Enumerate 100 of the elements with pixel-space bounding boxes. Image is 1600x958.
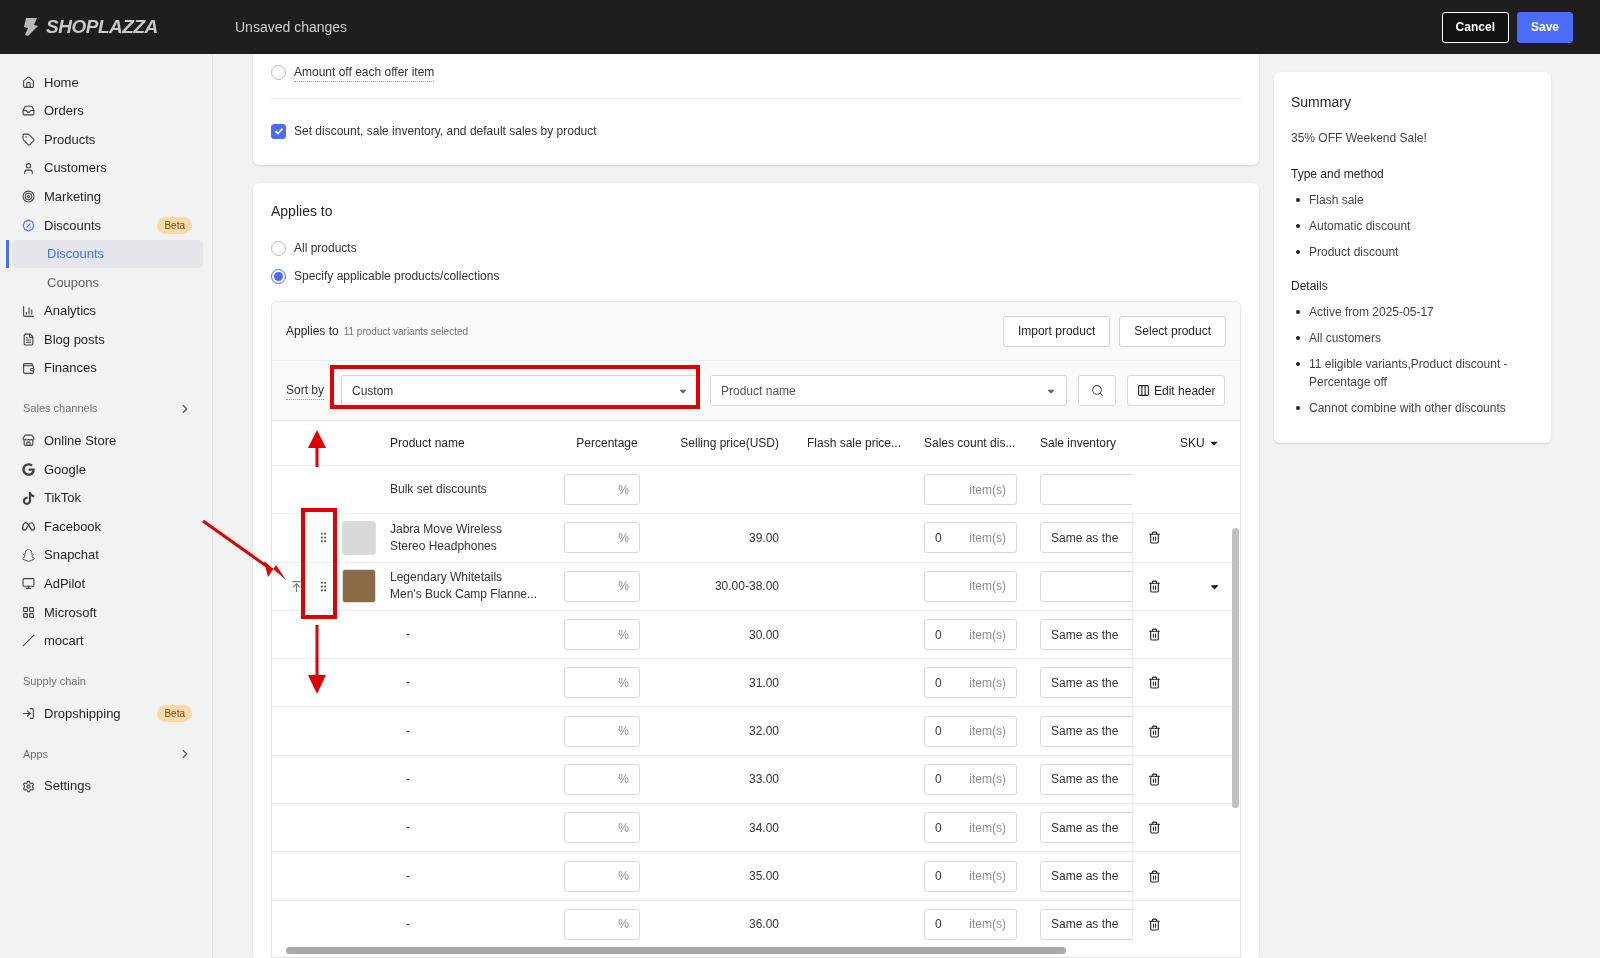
product-name: - [405,626,411,644]
trash-icon[interactable] [1148,772,1161,786]
sales-count-field[interactable]: 0 item(s) [924,860,1017,892]
sale-inventory-field[interactable]: Same as the [1040,667,1132,699]
edit-header-button[interactable]: Edit header [1127,375,1226,406]
sidebar-item[interactable]: Marketing [8,182,204,211]
logo-text: SHOPLAZZA [46,14,158,39]
product-name: Jabra Move Wireless Stereo Headphones [390,520,504,555]
sales-count-field[interactable]: 0 item(s) [924,715,1017,747]
photo-placeholder [342,520,376,555]
grid-icon [22,605,35,619]
sale-inventory-field[interactable]: Same as the [1040,812,1132,844]
inbox-icon [22,104,35,118]
sales-count-field[interactable]: 0 item(s) [924,667,1017,699]
sidebar-item[interactable]: Customers [8,153,204,183]
sale-inventory-field[interactable]: Same as the [1040,619,1132,651]
sidebar-subitem[interactable]: Coupons [12,268,203,297]
google-icon [22,462,35,476]
trash-icon[interactable] [1148,579,1161,593]
sidebar-item[interactable]: Dropshipping Beta [8,699,204,728]
horizontal-scrollbar[interactable] [286,946,1066,954]
radio-button[interactable] [271,240,286,256]
bullet-icon [1296,310,1300,314]
summary-heading: Type and method [1291,166,1385,183]
summary-title: Summary [1291,93,1352,112]
sidebar-item[interactable]: Online Store [8,426,204,456]
sale-inventory-field[interactable]: Same as the [1040,763,1132,795]
sidebar-item[interactable]: Discounts Beta [8,210,204,240]
move-to-top-icon[interactable] [290,579,303,593]
sidebar-item[interactable]: Home [8,68,204,97]
sidebar-item[interactable]: Microsoft [8,598,204,627]
trash-icon[interactable] [1148,724,1161,738]
percentage-field[interactable]: % [564,667,640,699]
percentage-field[interactable]: % [564,908,640,940]
sidebar-item[interactable]: AdPilot [8,569,204,599]
product-name: - [405,867,411,885]
slash-icon [22,634,35,648]
sales-count-field[interactable]: 0 item(s) [924,619,1017,651]
panel-button[interactable]: Select product [1119,315,1226,347]
panel-button[interactable]: Import product [1002,315,1111,347]
sale-inventory-field[interactable] [1040,474,1132,506]
trash-icon[interactable] [1148,531,1161,545]
sale-inventory-field[interactable]: Same as the [1040,860,1132,892]
cancel-button[interactable]: Cancel [1441,11,1509,43]
search-button[interactable] [1078,375,1116,406]
person-icon [22,161,35,175]
product-name: - [405,770,411,788]
sidebar-item[interactable]: Products [8,125,204,154]
column-header: Product name [390,435,465,452]
sale-inventory-field[interactable] [1040,570,1132,602]
column-header: Sale inventory [1040,435,1117,452]
sales-count-field[interactable]: 0 item(s) [924,812,1017,844]
sales-count-field[interactable]: 0 item(s) [924,522,1017,554]
sales-count-field[interactable]: 0 item(s) [924,908,1017,940]
sidebar-item[interactable]: Orders [8,96,204,126]
radio-label: Amount off each offer item [294,62,435,82]
trash-icon[interactable] [1148,917,1161,931]
column-header[interactable]: SKU [1180,434,1219,452]
trash-icon[interactable] [1148,628,1161,642]
wallet-icon [22,361,35,375]
percentage-field[interactable]: % [564,860,640,892]
sale-inventory-field[interactable]: Same as the [1040,908,1132,940]
trash-icon[interactable] [1148,869,1161,883]
sale-inventory-field[interactable]: Same as the [1040,715,1132,747]
summary-item: All customers [1309,330,1382,347]
filter-select[interactable]: Product name [710,375,1067,406]
sidebar-item[interactable]: mocart [8,626,204,656]
sidebar-subitem[interactable]: Discounts [12,239,203,269]
sidebar-item[interactable]: Blog posts [8,325,204,354]
sidebar-item[interactable]: Finances [8,353,204,383]
percentage-field[interactable]: % [564,570,640,602]
price-text: 34.00 [748,820,779,835]
sidebar-item[interactable]: TikTok [8,483,204,513]
product-name: - [405,819,411,837]
column-header: Selling price(USD) [680,435,779,452]
save-button[interactable]: Save [1516,11,1573,43]
trash-icon[interactable] [1148,821,1161,835]
sale-inventory-field[interactable]: Same as the [1040,522,1132,554]
percentage-field[interactable]: % [564,812,640,844]
percentage-field[interactable]: % [564,474,640,506]
trash-icon[interactable] [1148,676,1161,690]
sidebar-item[interactable]: Analytics [8,296,204,326]
target-icon [22,190,35,204]
sort-select[interactable]: Custom [341,375,699,406]
percentage-field[interactable]: % [564,715,640,747]
price-text: 30.00-38.00 [714,579,779,594]
percentage-field[interactable]: % [564,763,640,795]
radio-button[interactable] [271,64,286,80]
beta-badge: Beta [157,216,192,234]
vertical-scrollbar[interactable] [1232,528,1239,808]
percentage-field[interactable]: % [564,619,640,651]
sidebar-item[interactable]: Facebook [8,512,204,541]
percentage-field[interactable]: % [564,522,640,554]
sidebar-item[interactable]: Google [8,455,204,484]
sidebar-item[interactable]: Settings [8,771,204,801]
sales-count-field[interactable]: 0 item(s) [924,763,1017,795]
summary-item: Active from 2025-05-17 [1309,304,1434,321]
checkbox[interactable] [271,123,286,139]
sidebar-item[interactable]: Snapchat [8,540,204,570]
product-name: - [405,674,411,692]
